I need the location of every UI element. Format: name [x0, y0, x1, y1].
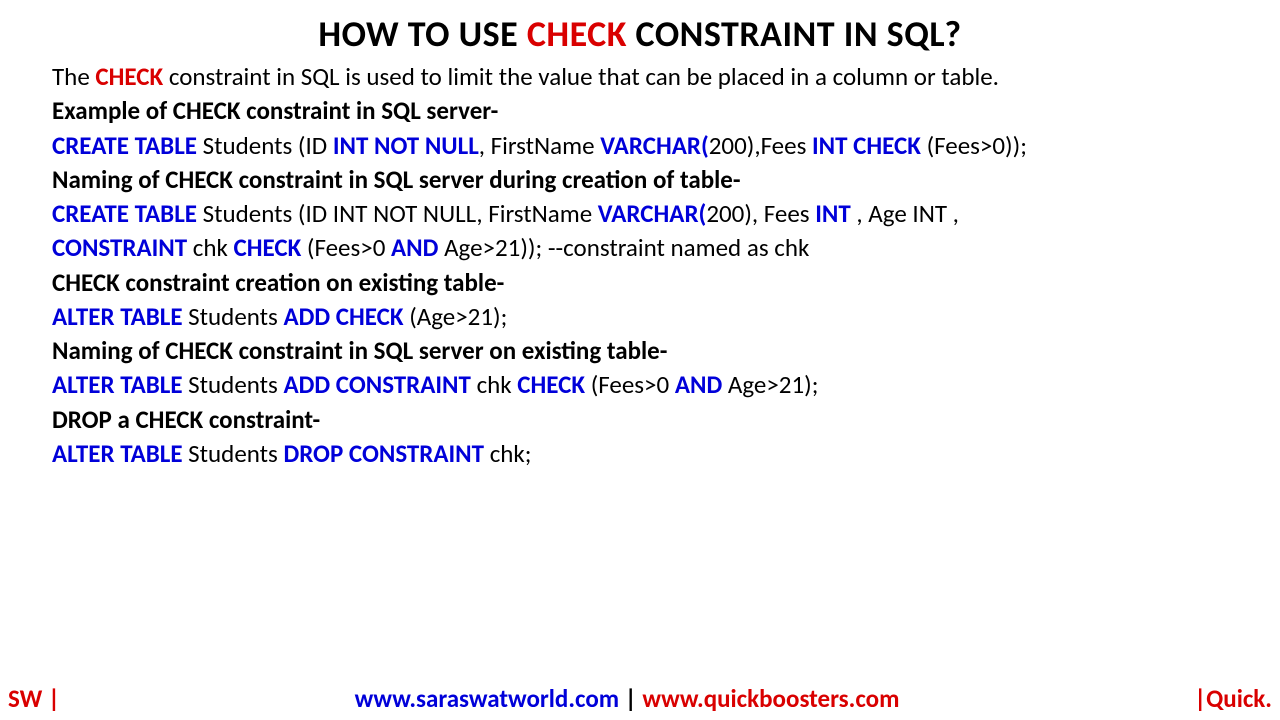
- heading-naming-create: Naming of CHECK constraint in SQL server…: [52, 167, 1228, 193]
- footer-pipe: |: [619, 683, 642, 714]
- code-text: (Age>21);: [409, 301, 507, 332]
- kw-alter-table: ALTER TABLE: [52, 369, 183, 400]
- footer-url-1: www.saraswatworld.com: [355, 683, 619, 714]
- code-text: Students (ID INT NOT NULL, FirstName: [197, 198, 598, 229]
- code-alter-add-check: ALTER TABLE Students ADD CHECK (Age>21);: [52, 304, 1228, 330]
- kw-create-table: CREATE TABLE: [52, 198, 197, 229]
- footer-center: www.saraswatworld.com | www.quickbooster…: [60, 683, 1194, 714]
- code-text: , FirstName: [479, 130, 600, 161]
- heading-drop: DROP a CHECK constraint-: [52, 407, 1228, 433]
- code-text: Age>21)); --constraint named as chk: [438, 232, 809, 263]
- footer-bar: SW | www.saraswatworld.com | www.quickbo…: [0, 683, 1280, 714]
- code-drop-constraint: ALTER TABLE Students DROP CONSTRAINT chk…: [52, 441, 1228, 467]
- kw-drop-constraint: DROP CONSTRAINT: [283, 438, 489, 469]
- footer-right: |Quick.: [1194, 683, 1272, 714]
- title-pre: HOW TO USE: [318, 12, 526, 56]
- intro-paragraph: The CHECK constraint in SQL is used to l…: [52, 64, 1228, 90]
- page-title: HOW TO USE CHECK CONSTRAINT IN SQL?: [52, 12, 1228, 56]
- kw-varchar: VARCHAR(: [598, 198, 707, 229]
- kw-add-constraint: ADD CONSTRAINT: [283, 369, 476, 400]
- footer-url-2: www.quickboosters.com: [642, 683, 899, 714]
- code-text: , Age INT ,: [856, 198, 959, 229]
- code-create-named-b: CONSTRAINT chk CHECK (Fees>0 AND Age>21)…: [52, 235, 1228, 261]
- title-post: CONSTRAINT IN SQL?: [627, 12, 962, 56]
- kw-varchar: VARCHAR(: [600, 130, 709, 161]
- code-text: Students: [183, 301, 284, 332]
- kw-create-table: CREATE TABLE: [52, 130, 197, 161]
- kw-check: CHECK: [517, 369, 590, 400]
- kw-and: AND: [391, 232, 438, 263]
- kw-and: AND: [675, 369, 722, 400]
- code-alter-add-constraint: ALTER TABLE Students ADD CONSTRAINT chk …: [52, 372, 1228, 398]
- code-text: 200),Fees: [709, 130, 812, 161]
- heading-existing-table: CHECK constraint creation on existing ta…: [52, 270, 1228, 296]
- code-text: Students (ID: [197, 130, 333, 161]
- kw-int-check: INT CHECK: [812, 130, 927, 161]
- heading-example: Example of CHECK constraint in SQL serve…: [52, 98, 1228, 124]
- content-area: HOW TO USE CHECK CONSTRAINT IN SQL? The …: [0, 0, 1280, 467]
- code-text: chk: [477, 369, 518, 400]
- code-text: chk;: [490, 438, 532, 469]
- code-text: 200), Fees: [706, 198, 815, 229]
- heading-naming-existing: Naming of CHECK constraint in SQL server…: [52, 338, 1228, 364]
- intro-keyword: CHECK: [95, 61, 163, 92]
- kw-check: CHECK: [234, 232, 307, 263]
- intro-t2: constraint in SQL is used to limit the v…: [163, 61, 999, 92]
- kw-alter-table: ALTER TABLE: [52, 301, 183, 332]
- kw-int: INT: [815, 198, 856, 229]
- intro-t1: The: [52, 61, 95, 92]
- code-text: (Fees>0));: [927, 130, 1027, 161]
- title-keyword: CHECK: [527, 12, 627, 56]
- code-text: Age>21);: [722, 369, 818, 400]
- kw-add-check: ADD CHECK: [283, 301, 409, 332]
- kw-int-not-null: INT NOT NULL: [333, 130, 479, 161]
- code-text: chk: [193, 232, 234, 263]
- code-create-table: CREATE TABLE Students (ID INT NOT NULL, …: [52, 133, 1228, 159]
- code-text: (Fees>0: [307, 232, 391, 263]
- code-text: Students: [183, 438, 284, 469]
- code-create-named-a: CREATE TABLE Students (ID INT NOT NULL, …: [52, 201, 1228, 227]
- footer-left: SW |: [8, 683, 60, 714]
- kw-alter-table: ALTER TABLE: [52, 438, 183, 469]
- kw-constraint: CONSTRAINT: [52, 232, 193, 263]
- code-text: Students: [183, 369, 284, 400]
- code-text: (Fees>0: [591, 369, 675, 400]
